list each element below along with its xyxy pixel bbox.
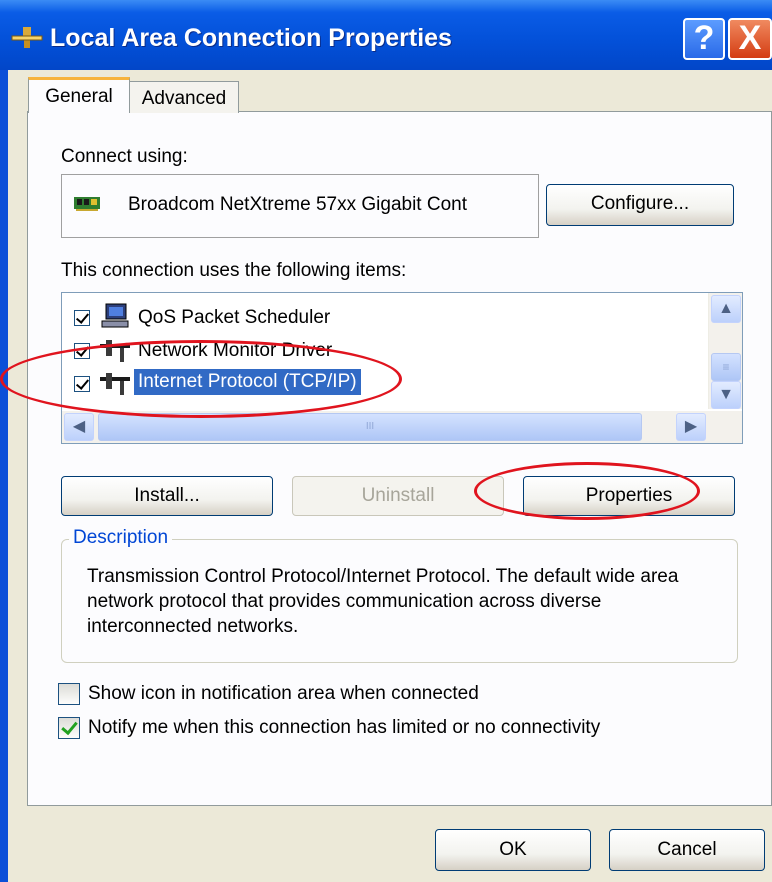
show-icon-label: Show icon in notification area when conn… (88, 683, 479, 704)
adapter-field: Broadcom NetXtreme 57xx Gigabit Cont (61, 174, 539, 238)
item-checkbox[interactable] (74, 343, 90, 359)
scroll-left-button[interactable]: ◀ (64, 413, 94, 441)
description-legend: Description (69, 527, 173, 549)
dialog-window: Local Area Connection Properties ? X Gen… (0, 0, 772, 882)
notify-label: Notify me when this connection has limit… (88, 717, 601, 738)
network-protocol-icon (100, 373, 130, 395)
scroll-thumb[interactable]: ≡ (711, 353, 741, 381)
install-button[interactable]: Install... (61, 476, 273, 516)
adapter-name: Broadcom NetXtreme 57xx Gigabit Cont (128, 194, 467, 215)
description-text: Transmission Control Protocol/Internet P… (87, 566, 679, 637)
tab-general[interactable]: General (28, 77, 130, 113)
item-label: Network Monitor Driver (138, 340, 333, 361)
network-connection-icon (11, 27, 43, 48)
vertical-scrollbar[interactable]: ▲ ≡ ▼ (708, 293, 742, 409)
show-icon-checkbox[interactable] (58, 683, 80, 705)
network-client-icon (101, 303, 129, 328)
tab-advanced[interactable]: Advanced (129, 81, 239, 113)
item-checkbox[interactable] (74, 376, 90, 392)
ok-button[interactable]: OK (435, 829, 591, 871)
list-item[interactable]: QoS Packet Scheduler (62, 301, 702, 333)
network-protocol-icon (100, 340, 130, 362)
connect-using-label: Connect using: (61, 146, 188, 167)
title-bar[interactable]: Local Area Connection Properties ? X (0, 0, 772, 70)
dialog-client-area: General Advanced Connect using: Broadcom… (8, 70, 772, 882)
item-checkbox[interactable] (74, 310, 90, 326)
general-tab-panel: Connect using: Broadcom NetXtreme 57xx G… (27, 111, 772, 806)
scroll-up-button[interactable]: ▲ (711, 295, 741, 323)
items-list[interactable]: QoS Packet Scheduler Network Monitor Dri… (61, 292, 743, 444)
network-adapter-icon (74, 197, 100, 211)
notify-checkbox[interactable] (58, 717, 80, 739)
cancel-button[interactable]: Cancel (609, 829, 765, 871)
list-item-selected[interactable]: Internet Protocol (TCP/IP) (62, 367, 702, 399)
help-button[interactable]: ? (683, 18, 725, 60)
list-item[interactable]: Network Monitor Driver (62, 334, 702, 366)
uninstall-button: Uninstall (292, 476, 504, 516)
item-label: QoS Packet Scheduler (138, 307, 331, 328)
scroll-right-button[interactable]: ▶ (676, 413, 706, 441)
item-label: Internet Protocol (TCP/IP) (134, 369, 361, 395)
close-button[interactable]: X (728, 18, 772, 60)
window-title: Local Area Connection Properties (50, 24, 452, 52)
configure-button[interactable]: Configure... (546, 184, 734, 226)
horizontal-scroll-thumb[interactable]: III (98, 413, 642, 441)
horizontal-scrollbar[interactable]: ◀ III ▶ (62, 411, 742, 443)
items-label: This connection uses the following items… (61, 260, 407, 281)
properties-button[interactable]: Properties (523, 476, 735, 516)
scroll-down-button[interactable]: ▼ (711, 381, 741, 409)
